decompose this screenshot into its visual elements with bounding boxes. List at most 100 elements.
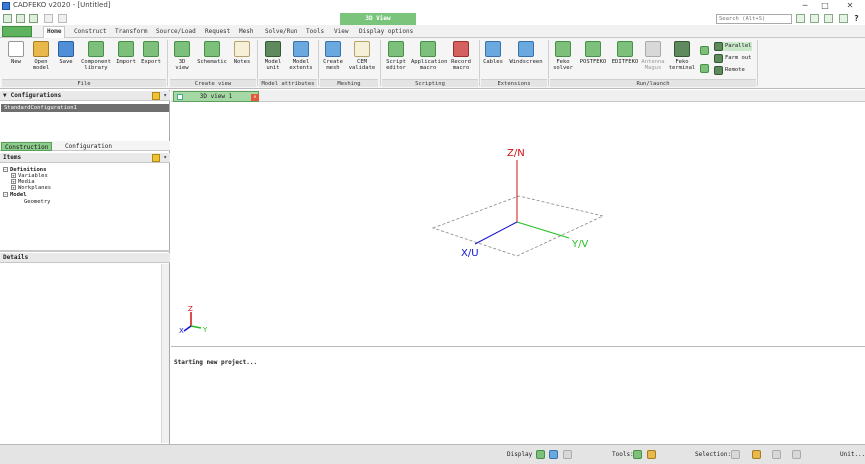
postfeko-button[interactable]: POSTFEKO: [577, 41, 609, 65]
window-arrange-icon[interactable]: [810, 14, 819, 23]
selection-label: Selection:: [695, 451, 732, 458]
qa-open-icon[interactable]: [16, 14, 25, 23]
open-model-button[interactable]: Open model: [30, 41, 52, 71]
3d-viewport[interactable]: Z/N Y/V X/U Z Y X: [171, 102, 865, 346]
tab-3d-view-1[interactable]: 3D view 1 ✕: [173, 91, 259, 102]
cursor-select-icon[interactable]: [731, 450, 740, 459]
windscreen-button[interactable]: Windscreen: [507, 41, 545, 65]
collapse-icon[interactable]: −: [3, 167, 8, 172]
minimize-button[interactable]: ─: [795, 0, 815, 12]
tab-mesh[interactable]: Mesh: [236, 27, 256, 38]
redo-icon[interactable]: [58, 14, 67, 23]
tree-item-workplanes[interactable]: + Workplanes: [11, 185, 51, 192]
tree-item-model[interactable]: − Model: [3, 192, 27, 199]
windscreen-icon: [518, 41, 534, 57]
export-button[interactable]: Export: [140, 41, 162, 65]
help-icon[interactable]: ?: [853, 14, 862, 23]
search-input[interactable]: Search (Alt+S): [716, 14, 792, 24]
undo-icon[interactable]: [44, 14, 53, 23]
create-mesh-button[interactable]: Create mesh: [321, 41, 345, 71]
feko-solver-button[interactable]: Feko solver: [551, 41, 575, 71]
measure-icon[interactable]: [647, 450, 656, 459]
farm-out-button[interactable]: Farm out: [714, 54, 752, 63]
run-options-icon[interactable]: [700, 46, 709, 55]
parallel-button[interactable]: Parallel: [714, 42, 752, 51]
notes-button[interactable]: Notes: [231, 41, 253, 65]
notes-icon: [234, 41, 250, 57]
launch-options-icon[interactable]: [700, 64, 709, 73]
display-options-icon[interactable]: [563, 450, 572, 459]
close-button[interactable]: ✕: [840, 0, 860, 12]
qa-new-icon[interactable]: [3, 14, 12, 23]
tools-icon[interactable]: [633, 450, 642, 459]
add-configuration-icon[interactable]: [152, 92, 160, 100]
panel-tabs: Construction Configuration: [0, 141, 170, 151]
ribbon-tabs: Home Construct Transform Source/Load Req…: [0, 25, 865, 39]
application-menu-button[interactable]: [2, 26, 32, 37]
tab-solve-run[interactable]: Solve/Run: [262, 27, 301, 38]
script-editor-button[interactable]: Script editor: [383, 41, 409, 71]
selection-filter-icon[interactable]: [752, 450, 761, 459]
tab-source-load[interactable]: Source/Load: [153, 27, 199, 38]
display-mode-icon[interactable]: [536, 450, 545, 459]
editfeko-icon: [617, 41, 633, 57]
remote-button[interactable]: Remote: [714, 66, 745, 75]
chevron-down-icon[interactable]: ▾: [163, 91, 167, 101]
schematic-button[interactable]: Schematic: [196, 41, 228, 65]
tab-transform[interactable]: Transform: [112, 27, 151, 38]
antenna-magus-button[interactable]: Antenna Magus: [641, 41, 665, 71]
tab-construct[interactable]: Construct: [71, 27, 110, 38]
triad-x-label: X: [179, 327, 184, 335]
feko-terminal-button[interactable]: Feko terminal: [668, 41, 696, 71]
configuration-item[interactable]: StandardConfiguration1: [1, 104, 169, 112]
tab-configuration[interactable]: Configuration: [62, 142, 115, 151]
save-button[interactable]: Save: [55, 41, 77, 65]
z-axis-label: Z/N: [507, 148, 525, 159]
close-icon[interactable]: ✕: [251, 94, 259, 101]
import-button[interactable]: Import: [115, 41, 137, 65]
tree-item-geometry[interactable]: Geometry: [24, 199, 51, 206]
window-tile-icon[interactable]: [824, 14, 833, 23]
expand-icon[interactable]: +: [11, 185, 16, 190]
selection-options-icon[interactable]: [792, 450, 801, 459]
details-scrollbar[interactable]: [161, 264, 169, 443]
maximize-button[interactable]: □: [815, 0, 835, 12]
tab-request[interactable]: Request: [202, 27, 233, 38]
collapse-icon[interactable]: −: [3, 192, 8, 197]
expand-icon[interactable]: +: [11, 173, 16, 178]
expand-icon[interactable]: +: [11, 179, 16, 184]
qa-save-icon[interactable]: [29, 14, 38, 23]
import-icon: [118, 41, 134, 57]
tab-construction[interactable]: Construction: [1, 142, 53, 151]
component-library-button[interactable]: Component library: [80, 41, 112, 71]
model-extents-button[interactable]: Model extents: [287, 41, 315, 71]
record-macro-button[interactable]: Record macro: [447, 41, 475, 71]
macro-icon: [420, 41, 436, 57]
group-label-scripting: Scripting: [382, 79, 478, 87]
cem-validate-button[interactable]: CEM validate: [347, 41, 377, 71]
tab-view[interactable]: View: [331, 27, 351, 38]
application-macro-button[interactable]: Application macro: [411, 41, 447, 71]
splitter[interactable]: [0, 250, 170, 252]
remote-icon: [714, 66, 723, 75]
settings-icon[interactable]: [839, 14, 848, 23]
tab-tools[interactable]: Tools: [303, 27, 327, 38]
validate-icon: [354, 41, 370, 57]
display-globe-icon[interactable]: [549, 450, 558, 459]
group-label-run-launch: Run/launch: [550, 79, 756, 87]
add-item-icon[interactable]: [152, 154, 160, 162]
unit-indicator[interactable]: Unit...: [840, 451, 865, 459]
editfeko-button[interactable]: EDITFEKO: [610, 41, 640, 65]
model-unit-button[interactable]: Model unit: [261, 41, 285, 71]
selection-mode-icon[interactable]: [772, 450, 781, 459]
chevron-down-icon[interactable]: ▾: [163, 153, 167, 163]
y-axis-line: [516, 221, 570, 239]
ribbon-minimize-icon[interactable]: [796, 14, 805, 23]
3d-view-button[interactable]: 3D view: [172, 41, 192, 71]
new-button[interactable]: New: [6, 41, 26, 65]
context-tab-3d-view[interactable]: 3D View: [340, 13, 416, 25]
collapse-icon[interactable]: ▼: [3, 91, 7, 101]
group-label-model-attributes: Model attributes: [259, 79, 317, 87]
tab-display-options[interactable]: Display options: [356, 27, 416, 38]
cables-button[interactable]: Cables: [482, 41, 504, 65]
